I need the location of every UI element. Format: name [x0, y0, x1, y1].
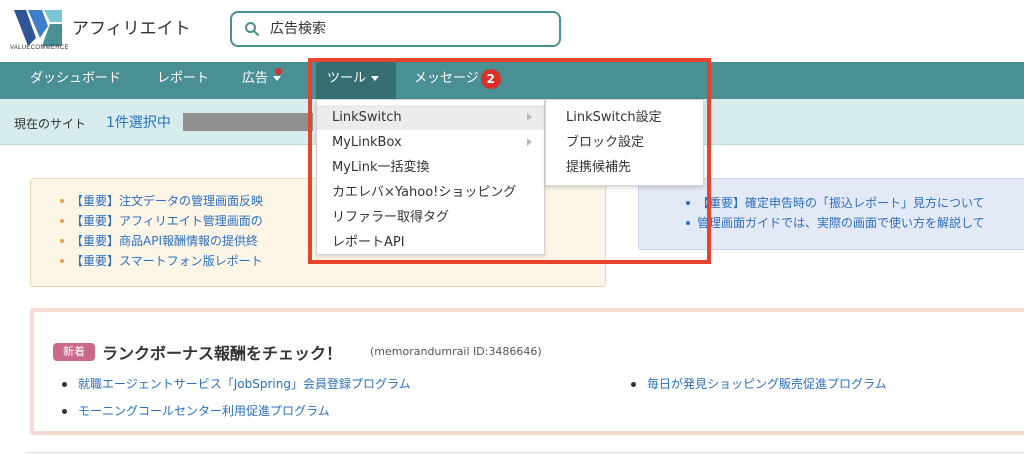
- nav-dashboard-label: ダッシュボード: [30, 71, 122, 86]
- nav-messages[interactable]: メッセージ 2: [414, 62, 501, 99]
- campaign-link[interactable]: 就職エージェントサービス「JobSpring」会員登録プログラム: [78, 375, 411, 392]
- chevron-right-icon: [527, 113, 532, 121]
- divider: [26, 452, 1024, 453]
- chevron-down-icon: [371, 76, 380, 81]
- logo-wordmark: VALUECOMMERCE: [10, 45, 69, 51]
- menu-item-label: カエレバ×Yahoo!ショッピング: [332, 185, 517, 200]
- search-icon: [245, 22, 259, 36]
- chevron-down-icon: [273, 76, 282, 81]
- valuecommerce-logo[interactable]: [14, 8, 64, 48]
- menu-item-referrer-tag[interactable]: リファラー取得タグ: [317, 205, 544, 230]
- notice-link[interactable]: 【重要】注文データの管理画面反映: [59, 191, 263, 211]
- guide-notices-panel: 【重要】確定申告時の「振込レポート」見方について 管理画面ガイドでは、実際の画面…: [638, 178, 1024, 250]
- submenu-item-block-settings[interactable]: ブロック設定: [546, 130, 703, 156]
- menu-item-label: MyLinkBox: [332, 135, 402, 150]
- bullet: [62, 409, 67, 414]
- notification-dot: [275, 68, 282, 75]
- menu-item-label: MyLink一括変換: [332, 160, 430, 175]
- site-selected-link[interactable]: 1件選択中: [106, 112, 171, 132]
- nav-report[interactable]: レポート: [157, 62, 209, 99]
- menu-item-mylinkbox[interactable]: MyLinkBox: [317, 130, 544, 155]
- bullet: [62, 382, 67, 387]
- submenu-item-label: 提携候補先: [566, 160, 632, 175]
- nav-messages-label: メッセージ: [414, 71, 479, 86]
- menu-item-linkswitch[interactable]: LinkSwitch: [317, 105, 544, 130]
- chevron-right-icon: [527, 138, 532, 146]
- tools-dropdown-menu: LinkSwitch MyLinkBox MyLink一括変換 カエレバ×Yah…: [316, 99, 545, 255]
- bullet: [631, 382, 636, 387]
- menu-item-report-api[interactable]: レポートAPI: [317, 230, 544, 255]
- notice-link[interactable]: 【重要】商品API報酬情報の提供終: [59, 231, 263, 251]
- campaign-link[interactable]: 毎日が発見ショッピング販売促進プログラム: [647, 375, 887, 392]
- brand-title: アフィリエイト: [72, 19, 191, 39]
- submenu-item-label: LinkSwitch設定: [566, 110, 662, 125]
- notice-link[interactable]: 【重要】確定申告時の「振込レポート」見方について: [686, 193, 985, 213]
- main-nav: ダッシュボード レポート 広告 ツール メッセージ 2: [0, 62, 1024, 99]
- site-id-text: (memorandumrail ID:3486646): [370, 345, 542, 358]
- nav-report-label: レポート: [157, 71, 210, 86]
- site-name-redacted: [183, 113, 313, 131]
- search-input[interactable]: [270, 18, 550, 40]
- nav-dashboard[interactable]: ダッシュボード: [30, 62, 121, 99]
- notice-link[interactable]: 【重要】スマートフォン版レポート: [59, 251, 263, 271]
- submenu-item-partner-candidates[interactable]: 提携候補先: [546, 155, 703, 181]
- nav-ads[interactable]: 広告: [242, 62, 282, 99]
- notice-link[interactable]: 【重要】アフィリエイト管理画面の: [59, 211, 263, 231]
- campaign-title: ランクボーナス報酬をチェック！: [102, 344, 343, 363]
- linkswitch-submenu: LinkSwitch設定 ブロック設定 提携候補先: [545, 99, 704, 186]
- submenu-item-linkswitch-settings[interactable]: LinkSwitch設定: [546, 105, 703, 131]
- new-badge: 新着: [53, 343, 95, 361]
- rank-bonus-panel: 新着 ランクボーナス報酬をチェック！ (memorandumrail ID:34…: [30, 308, 1024, 435]
- campaign-link[interactable]: モーニングコールセンター利用促進プログラム: [78, 402, 330, 419]
- site-label: 現在のサイト: [14, 117, 87, 131]
- nav-ads-label: 広告: [242, 71, 269, 86]
- notice-link[interactable]: 管理画面ガイドでは、実際の画面で使い方を解説して: [686, 213, 985, 233]
- menu-item-kaereba-yahoo[interactable]: カエレバ×Yahoo!ショッピング: [317, 180, 544, 205]
- submenu-item-label: ブロック設定: [566, 135, 645, 150]
- menu-item-label: LinkSwitch: [332, 110, 402, 125]
- search-box[interactable]: [230, 11, 561, 47]
- message-count-badge: 2: [480, 68, 501, 89]
- nav-tools-label: ツール: [327, 71, 367, 86]
- menu-item-label: レポートAPI: [332, 235, 405, 250]
- nav-tools[interactable]: ツール: [316, 62, 396, 99]
- menu-item-mylink-bulk[interactable]: MyLink一括変換: [317, 155, 544, 180]
- menu-item-label: リファラー取得タグ: [332, 210, 450, 225]
- header: VALUECOMMERCE アフィリエイト: [0, 0, 1024, 62]
